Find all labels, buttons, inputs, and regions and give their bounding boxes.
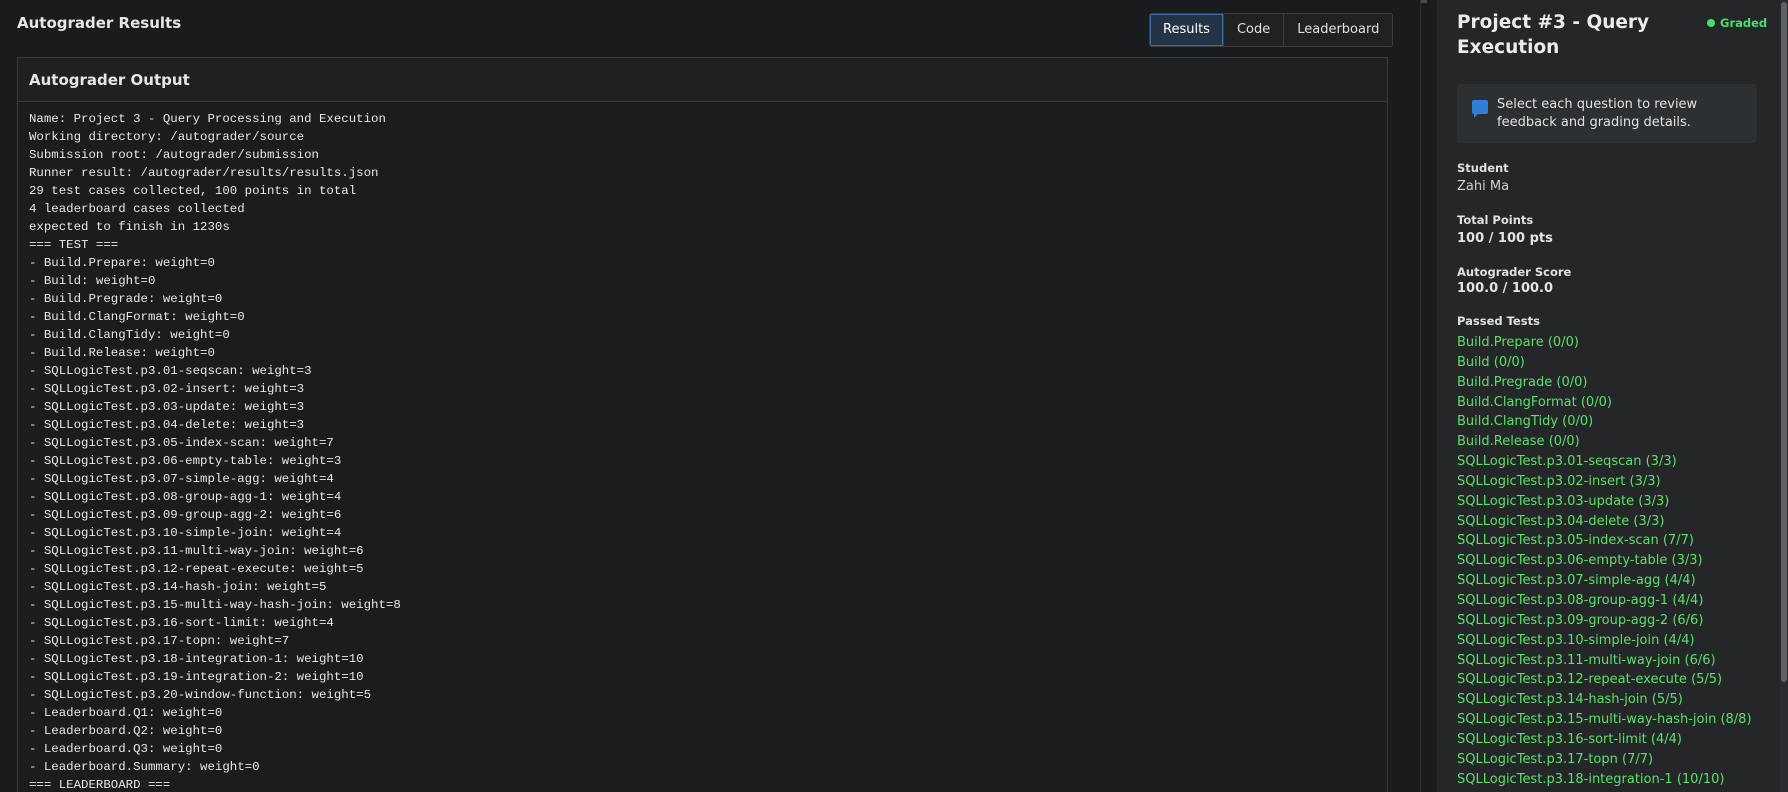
output-line: - SQLLogicTest.p3.18-integration-1: weig… [29,652,364,666]
output-line: - SQLLogicTest.p3.15-multi-way-hash-join… [29,598,401,612]
output-line: - Build.Prepare: weight=0 [29,256,215,270]
main-scrollbar-thumb[interactable] [1421,0,1427,3]
passed-test-link[interactable]: SQLLogicTest.p3.07-simple-agg (4/4) [1457,571,1752,591]
output-line: - SQLLogicTest.p3.17-topn: weight=7 [29,634,290,648]
output-line: - Build.Release: weight=0 [29,346,215,360]
output-line: - SQLLogicTest.p3.03-update: weight=3 [29,400,305,414]
passed-test-link[interactable]: SQLLogicTest.p3.01-seqscan (3/3) [1457,452,1752,472]
app-root: Autograder Results Results Code Leaderbo… [0,0,1788,792]
output-line: Runner result: /autograder/results/resul… [29,166,379,180]
output-line: - Build: weight=0 [29,274,156,288]
output-line: - SQLLogicTest.p3.11-multi-way-join: wei… [29,544,364,558]
output-line: === TEST === [29,238,119,252]
passed-test-link[interactable]: Build.Pregrade (0/0) [1457,373,1752,393]
passed-test-link[interactable]: SQLLogicTest.p3.04-delete (3/3) [1457,512,1752,532]
output-line: - SQLLogicTest.p3.09-group-agg-2: weight… [29,508,342,522]
output-line: - Build.ClangTidy: weight=0 [29,328,230,342]
passed-test-link[interactable]: SQLLogicTest.p3.06-empty-table (3/3) [1457,551,1752,571]
autograder-score-value: 100.0 / 100.0 [1457,281,1554,296]
output-line: - SQLLogicTest.p3.10-simple-join: weight… [29,526,342,540]
passed-test-link[interactable]: Build.ClangTidy (0/0) [1457,412,1752,432]
output-line: Submission root: /autograder/submission [29,148,319,162]
passed-tests-list: Build.Prepare (0/0) Build (0/0) Build.Preg… [1457,333,1752,789]
output-line: Working directory: /autograder/source [29,130,305,144]
status-badge: Graded [1707,16,1767,30]
output-line: === LEADERBOARD === [29,778,171,792]
passed-test-link[interactable]: SQLLogicTest.p3.14-hash-join (5/5) [1457,690,1752,710]
output-line: - SQLLogicTest.p3.02-insert: weight=3 [29,382,305,396]
passed-test-link[interactable]: SQLLogicTest.p3.18-integration-1 (10/10) [1457,770,1752,790]
student-value: Zahi Ma [1457,179,1510,194]
view-tabs: Results Code Leaderboard [1149,13,1394,47]
autograder-score-label: Autograder Score [1457,265,1572,279]
info-text: Select each question to review feedback … [1497,97,1698,130]
total-points-label: Total Points [1457,213,1534,227]
output-line: 29 test cases collected, 100 points in t… [29,184,357,198]
main-scrollbar[interactable] [1420,0,1421,792]
student-label: Student [1457,161,1509,175]
main-content: Autograder Results Results Code Leaderbo… [0,0,1420,792]
output-line: - SQLLogicTest.p3.04-delete: weight=3 [29,418,305,432]
passed-test-link[interactable]: SQLLogicTest.p3.08-group-agg-1 (4/4) [1457,591,1752,611]
passed-test-link[interactable]: Build.Prepare (0/0) [1457,333,1752,353]
output-line: - SQLLogicTest.p3.20-window-function: we… [29,688,372,702]
tab-code[interactable]: Code [1222,14,1284,46]
output-line: - Build.Pregrade: weight=0 [29,292,223,306]
passed-test-link[interactable]: SQLLogicTest.p3.05-index-scan (7/7) [1457,531,1752,551]
output-line: - SQLLogicTest.p3.05-index-scan: weight=… [29,436,334,450]
output-line: - Leaderboard.Q1: weight=0 [29,706,223,720]
status-text: Graded [1720,16,1768,30]
output-log: Name: Project 3 - Query Processing and E… [18,102,1387,792]
sidebar-scrollbar-thumb[interactable] [1781,2,1787,682]
passed-test-link[interactable]: SQLLogicTest.p3.17-topn (7/7) [1457,750,1752,770]
passed-test-link[interactable]: SQLLogicTest.p3.09-group-agg-2 (6/6) [1457,611,1752,631]
passed-test-link[interactable]: SQLLogicTest.p3.02-insert (3/3) [1457,472,1752,492]
passed-test-link[interactable]: SQLLogicTest.p3.12-repeat-execute (5/5) [1457,670,1752,690]
tab-results[interactable]: Results [1150,14,1223,46]
output-line: Name: Project 3 - Query Processing and E… [29,112,386,126]
passed-test-link[interactable]: SQLLogicTest.p3.03-update (3/3) [1457,492,1752,512]
passed-test-link[interactable]: Build.Release (0/0) [1457,432,1752,452]
page-title: Autograder Results [17,14,182,32]
output-line: - SQLLogicTest.p3.07-simple-agg: weight=… [29,472,334,486]
output-line: - Leaderboard.Q3: weight=0 [29,742,223,756]
output-line: - SQLLogicTest.p3.19-integration-2: weig… [29,670,364,684]
passed-test-link[interactable]: SQLLogicTest.p3.16-sort-limit (4/4) [1457,730,1752,750]
passed-test-link[interactable]: SQLLogicTest.p3.11-multi-way-join (6/6) [1457,651,1752,671]
output-line: - Leaderboard.Q2: weight=0 [29,724,223,738]
output-line: - SQLLogicTest.p3.08-group-agg-1: weight… [29,490,342,504]
output-line: - SQLLogicTest.p3.06-empty-table: weight… [29,454,342,468]
sidebar-scrollbar[interactable] [1780,0,1788,792]
output-line: - SQLLogicTest.p3.14-hash-join: weight=5 [29,580,327,594]
passed-tests-label: Passed Tests [1457,314,1540,328]
status-dot-icon [1707,19,1715,27]
output-line: expected to finish in 1230s [29,220,230,234]
info-callout: Select each question to review feedback … [1457,84,1757,143]
passed-test-link[interactable]: Build (0/0) [1457,353,1752,373]
comment-icon [1472,100,1488,118]
output-line: - SQLLogicTest.p3.01-seqscan: weight=3 [29,364,312,378]
tab-leaderboard[interactable]: Leaderboard [1283,14,1393,46]
output-line: - Build.ClangFormat: weight=0 [29,310,245,324]
output-line: - SQLLogicTest.p3.16-sort-limit: weight=… [29,616,334,630]
output-line: - Leaderboard.Summary: weight=0 [29,760,260,774]
passed-test-link[interactable]: SQLLogicTest.p3.10-simple-join (4/4) [1457,631,1752,651]
output-line: - SQLLogicTest.p3.12-repeat-execute: wei… [29,562,364,576]
sidebar: Project #3 - Query Execution Graded Sele… [1437,0,1788,792]
passed-test-link[interactable]: Build.ClangFormat (0/0) [1457,393,1752,413]
passed-test-link[interactable]: SQLLogicTest.p3.15-multi-way-hash-join (… [1457,710,1752,730]
output-line: 4 leaderboard cases collected [29,202,245,216]
assignment-title: Project #3 - Query Execution [1457,12,1650,58]
total-points-value: 100 / 100 pts [1457,231,1553,246]
autograder-output-panel: Autograder Output Name: Project 3 - Quer… [17,57,1388,792]
panel-title: Autograder Output [18,58,1387,102]
